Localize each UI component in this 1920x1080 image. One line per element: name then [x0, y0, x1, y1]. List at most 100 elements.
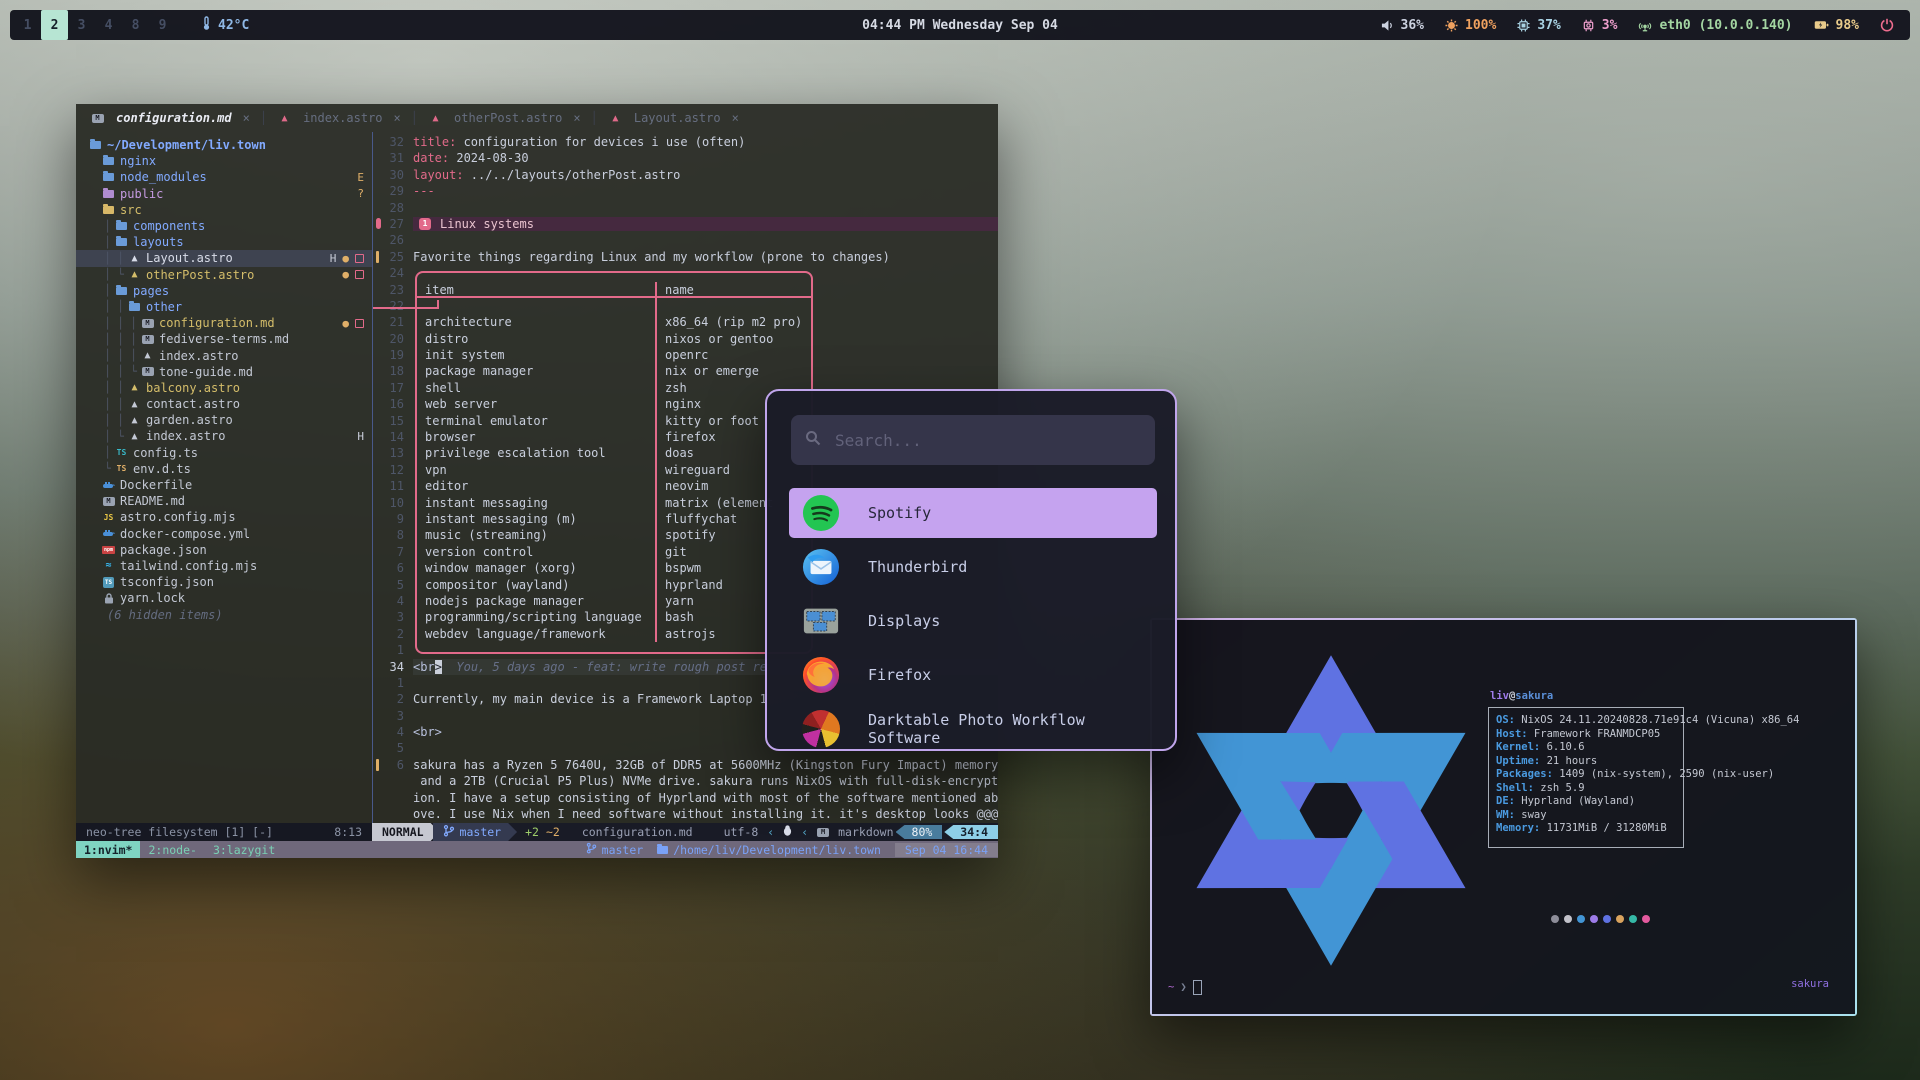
- bar-module-network[interactable]: eth0 (10.0.0.140): [1638, 18, 1792, 33]
- tree-item-pages[interactable]: │pages: [76, 283, 372, 299]
- bar-module-volume[interactable]: 36%: [1381, 18, 1424, 33]
- bar-module-battery[interactable]: 98%: [1814, 18, 1859, 33]
- tab-close-icon[interactable]: ×: [394, 111, 401, 125]
- tree-item-index.astro[interactable]: │└▲index.astroH: [76, 428, 372, 444]
- markdown-file-icon: M: [140, 367, 155, 376]
- tree-item-other[interactable]: ││other: [76, 299, 372, 315]
- tree-item-package.json[interactable]: npmpackage.json: [76, 542, 372, 558]
- tree-item-yarn.lock[interactable]: yarn.lock: [76, 590, 372, 606]
- tree-item-label: (6 hidden items): [107, 608, 223, 622]
- tree-item-fediverse-terms.md[interactable]: │││Mfediverse-terms.md: [76, 331, 372, 347]
- fetch-info-line: OS: NixOS 24.11.20240828.71e91c4 (Vicuna…: [1496, 714, 1799, 728]
- launcher-item-darktable[interactable]: Darktable Photo Workflow Software: [789, 704, 1157, 751]
- tree-item-contact.astro[interactable]: ││▲contact.astro: [76, 396, 372, 412]
- launcher-search[interactable]: [791, 415, 1155, 465]
- markdown-table-row: vpnwireguard: [415, 462, 813, 478]
- markdown-table-row: browserfirefox: [415, 429, 813, 445]
- git-branch-segment: master: [433, 823, 518, 841]
- tree-item-Layout.astro[interactable]: ││▲Layout.astroH●: [76, 250, 372, 266]
- tmux-window-3lazygit[interactable]: 3:lazygit: [205, 843, 283, 857]
- tab-close-icon[interactable]: ×: [573, 111, 580, 125]
- shell-prompt[interactable]: ~ ❯: [1168, 980, 1202, 995]
- line-number: 13: [373, 445, 413, 461]
- neotree-position: 8:13: [334, 825, 362, 839]
- tree-item-tailwind.config.mjs[interactable]: ≈tailwind.config.mjs: [76, 558, 372, 574]
- tree-item-label: index.astro: [159, 349, 238, 363]
- markdown-table-row: distronixos or gentoo: [415, 331, 813, 347]
- line-number: 6: [373, 560, 413, 576]
- workspace-button-2[interactable]: 2: [41, 10, 68, 40]
- tree-item-src[interactable]: src: [76, 202, 372, 218]
- tree-item-label: env.d.ts: [133, 462, 191, 476]
- tree-item-garden.astro[interactable]: ││▲garden.astro: [76, 412, 372, 428]
- tree-guide: │: [114, 365, 127, 378]
- bar-module-brightness[interactable]: 100%: [1445, 18, 1496, 33]
- tree-item-components[interactable]: │components: [76, 218, 372, 234]
- buffer-line: 19init systemopenrc: [373, 347, 998, 363]
- tmux-window-2node[interactable]: 2:node-: [140, 843, 204, 857]
- tree-item-index.astro[interactable]: │││▲index.astro: [76, 347, 372, 363]
- lock-icon: [101, 593, 116, 604]
- fetch-terminal[interactable]: liv@sakura OS: NixOS 24.11.20240828.71e9…: [1152, 620, 1855, 1014]
- tab-Layout.astro[interactable]: ▲Layout.astro×: [608, 111, 739, 125]
- tree-item-balcony.astro[interactable]: ││▲balcony.astro: [76, 380, 372, 396]
- launcher-item-spotify[interactable]: Spotify: [789, 488, 1157, 538]
- heading-level-icon: 1: [419, 218, 431, 230]
- tree-item-public[interactable]: public?: [76, 186, 372, 202]
- line-number: 25: [373, 249, 413, 265]
- tree-item-tsconfig.json[interactable]: TStsconfig.json: [76, 574, 372, 590]
- tree-item-config.ts[interactable]: │TSconfig.ts: [76, 445, 372, 461]
- search-input[interactable]: [833, 430, 1141, 451]
- line-number: [373, 773, 413, 789]
- folder-open-icon: [127, 303, 142, 311]
- color-dot: [1642, 915, 1650, 923]
- workspace-button-9[interactable]: 9: [149, 10, 176, 40]
- table-cell-name: wireguard: [665, 462, 730, 478]
- workspace-button-4[interactable]: 4: [95, 10, 122, 40]
- tree-item-tone-guide.md[interactable]: ││└Mtone-guide.md: [76, 364, 372, 380]
- tree-item-label: config.ts: [133, 446, 198, 460]
- tab-configuration.md[interactable]: Mconfiguration.md×: [90, 111, 250, 125]
- tree-item-~Developmentliv.town[interactable]: ~/Development/liv.town: [76, 137, 372, 153]
- workspace-button-1[interactable]: 1: [14, 10, 41, 40]
- tree-item-astro.config.mjs[interactable]: JSastro.config.mjs: [76, 509, 372, 525]
- tree-item-otherPost.astro[interactable]: │└▲otherPost.astro●: [76, 267, 372, 283]
- tree-guide: │: [101, 381, 114, 394]
- tree-item-README.md[interactable]: MREADME.md: [76, 493, 372, 509]
- color-dot: [1629, 915, 1637, 923]
- folder-open-icon: [101, 206, 116, 214]
- tree-item-layouts[interactable]: │layouts: [76, 234, 372, 250]
- tree-item-Dockerfile[interactable]: Dockerfile: [76, 477, 372, 493]
- tree-item-6hiddenitems[interactable]: (6 hidden items): [76, 606, 372, 622]
- tree-item-nginx[interactable]: nginx: [76, 153, 372, 169]
- fetch-info-line: Host: Framework FRANMDCP05: [1496, 728, 1799, 742]
- tree-item-docker-compose.yml[interactable]: docker-compose.yml: [76, 526, 372, 542]
- bar-module-cpu[interactable]: 37%: [1517, 18, 1560, 33]
- tab-close-icon[interactable]: ×: [243, 111, 250, 125]
- tab-otherPost.astro[interactable]: ▲otherPost.astro×: [428, 111, 581, 125]
- tab-close-icon[interactable]: ×: [732, 111, 739, 125]
- launcher-item-firefox[interactable]: Firefox: [789, 650, 1157, 700]
- marker-dot: ●: [342, 252, 349, 265]
- tree-guide: │: [101, 349, 114, 362]
- tree-item-nodemodules[interactable]: node_modulesE: [76, 169, 372, 185]
- launcher-item-displays[interactable]: Displays: [789, 596, 1157, 646]
- bar-module-power[interactable]: [1880, 18, 1894, 32]
- launcher-item-label: Firefox: [868, 666, 931, 684]
- line-number: 28: [373, 200, 413, 216]
- tree-item-env.d.ts[interactable]: └TSenv.d.ts: [76, 461, 372, 477]
- workspace-button-8[interactable]: 8: [122, 10, 149, 40]
- docker-icon: [101, 529, 116, 538]
- tmux-window-1nvim[interactable]: 1:nvim*: [76, 841, 140, 858]
- folder-open-icon: [114, 238, 129, 246]
- launcher-item-label: Darktable Photo Workflow Software: [868, 711, 1157, 747]
- tree-guide: │: [101, 300, 114, 313]
- launcher-item-thunderbird[interactable]: Thunderbird: [789, 542, 1157, 592]
- tree-item-configuration.md[interactable]: │││Mconfiguration.md●: [76, 315, 372, 331]
- workspace-button-3[interactable]: 3: [68, 10, 95, 40]
- tree-item-label: otherPost.astro: [146, 268, 254, 282]
- tree-guide: │: [114, 398, 127, 411]
- git-sign: [376, 218, 381, 229]
- tab-index.astro[interactable]: ▲index.astro×: [277, 111, 401, 125]
- bar-module-gpu[interactable]: 3%: [1582, 18, 1618, 33]
